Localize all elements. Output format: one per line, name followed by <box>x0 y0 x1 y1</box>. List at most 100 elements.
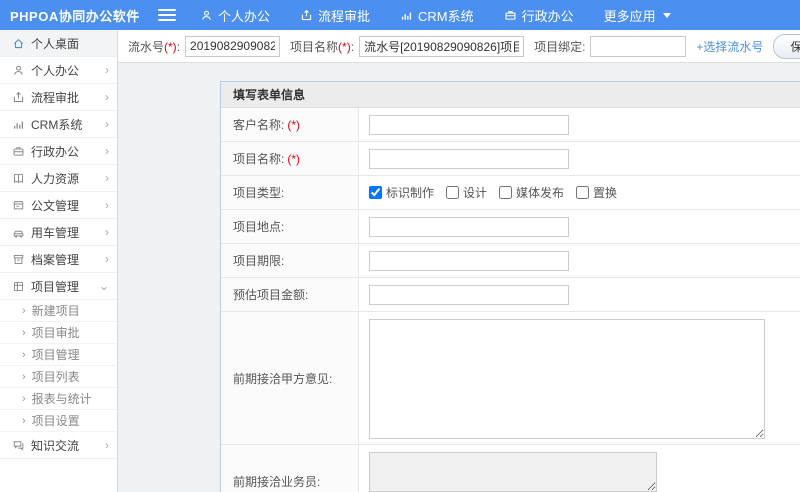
nav-crm[interactable]: CRM系统 <box>400 6 474 25</box>
nav-admin-office[interactable]: 行政办公 <box>504 6 574 25</box>
field-label: 项目名称: <box>233 152 285 166</box>
field-label: 前期接洽业务员: <box>233 474 321 489</box>
form-row-salesperson: 前期接洽业务员: +选择人员 <box>221 445 800 492</box>
sidebar-subitem-project-settings[interactable]: › 项目设置 <box>0 410 117 432</box>
sidebar-subitem-project-list[interactable]: › 项目列表 <box>0 366 117 388</box>
project-name-input[interactable] <box>359 35 525 57</box>
checkbox-design[interactable] <box>446 186 460 199</box>
project-bind-input[interactable] <box>590 35 687 57</box>
project-icon <box>13 281 24 291</box>
form-row-project-name: 项目名称: (*) <box>221 142 800 176</box>
record-toolbar: 流水号(*): 项目名称(*): 项目绑定: +选择流水号 保 存 <box>118 30 800 63</box>
workflow-icon <box>300 9 313 22</box>
client-opinion-textarea[interactable] <box>369 319 765 439</box>
chevron-right-icon: › <box>22 348 26 361</box>
select-serial-link[interactable]: +选择流水号 <box>696 38 763 55</box>
chevron-right-icon: › <box>105 171 109 185</box>
nav-personal-office[interactable]: 个人办公 <box>200 6 270 25</box>
sidebar-subitem-project-approval[interactable]: › 项目审批 <box>0 322 117 344</box>
sidebar-item-archives[interactable]: 档案管理 › <box>0 246 117 273</box>
menu-icon[interactable] <box>158 9 176 21</box>
sidebar-item-vehicles[interactable]: 用车管理 › <box>0 219 117 246</box>
home-icon <box>13 38 24 48</box>
chevron-right-icon: › <box>22 370 26 383</box>
car-icon <box>13 230 24 238</box>
workflow-icon <box>13 91 24 102</box>
project-duration-input[interactable] <box>369 250 569 271</box>
checkbox-sign-making[interactable] <box>369 186 382 199</box>
briefcase-icon <box>13 146 24 156</box>
caret-down-icon <box>662 12 671 18</box>
project-form: 填写表单信息 客户名称:(*) 项目名称:(*) 项目类型: 标识制作 设计 <box>220 81 800 492</box>
serial-label: 流水号(*): <box>128 39 181 54</box>
save-button[interactable]: 保 存 <box>773 33 800 59</box>
chevron-right-icon: › <box>105 198 109 212</box>
sidebar-item-projects[interactable]: 项目管理 ⌄ <box>0 273 117 300</box>
nav-label: 更多应用 <box>603 8 656 24</box>
field-label: 前期接洽甲方意见: <box>233 371 333 386</box>
form-row-location: 项目地点: <box>221 210 800 244</box>
chevron-right-icon: › <box>22 326 26 339</box>
nav-label: 行政办公 <box>521 8 574 24</box>
sidebar-item-desktop[interactable]: 个人桌面 <box>0 30 117 57</box>
nav-label: CRM系统 <box>418 8 474 24</box>
project-location-input[interactable] <box>369 216 569 237</box>
form-row-customer-name: 客户名称: (*) <box>221 108 800 142</box>
sidebar-item-workflow-approval[interactable]: 流程审批 › <box>0 84 117 111</box>
form-row-budget: 预估项目金额: <box>221 278 800 312</box>
sidebar-item-personal-office[interactable]: 个人办公 › <box>0 57 117 84</box>
chevron-right-icon: › <box>105 144 109 158</box>
app-logo: PHPOA协同办公软件 <box>10 8 140 24</box>
estimated-amount-input[interactable] <box>369 284 569 305</box>
chat-icon <box>13 440 24 451</box>
form-section-title: 填写表单信息 <box>221 82 800 108</box>
user-icon <box>14 65 23 75</box>
field-label: 客户名称: <box>233 118 285 132</box>
archive-icon <box>13 254 24 264</box>
chevron-right-icon: › <box>22 304 26 317</box>
chart-icon <box>400 9 413 22</box>
sidebar-item-documents[interactable]: 公文管理 › <box>0 192 117 219</box>
document-icon <box>13 200 24 209</box>
checkbox-media-release[interactable] <box>499 186 513 199</box>
sidebar-subitem-project-management[interactable]: › 项目管理 <box>0 344 117 366</box>
form-row-client-opinion: 前期接洽甲方意见: <box>221 312 800 445</box>
chevron-right-icon: › <box>105 225 109 239</box>
chevron-right-icon: › <box>105 117 109 131</box>
sidebar-item-crm[interactable]: CRM系统 › <box>0 111 117 138</box>
serial-input[interactable] <box>185 35 281 57</box>
checkbox-exchange[interactable] <box>576 186 590 199</box>
project-bind-label: 项目绑定: <box>534 39 586 54</box>
chevron-right-icon: › <box>22 414 26 427</box>
nav-workflow-approval[interactable]: 流程审批 <box>300 6 370 25</box>
field-label: 项目期限: <box>233 254 285 268</box>
field-label: 项目类型: <box>233 186 285 200</box>
sidebar-item-knowledge[interactable]: 知识交流 › <box>0 432 117 459</box>
content-area: 流水号(*): 项目名称(*): 项目绑定: +选择流水号 保 存 填写表单信息… <box>118 30 800 492</box>
sidebar-subitem-new-project[interactable]: › 新建项目 <box>0 300 117 322</box>
nav-more-apps[interactable]: 更多应用 <box>604 6 671 25</box>
sidebar-item-hr[interactable]: 人力资源 › <box>0 165 117 192</box>
chevron-right-icon: › <box>105 438 109 452</box>
sidebar: 个人桌面 个人办公 › 流程审批 › CRM系统 › 行政办公 › 人力资源 › <box>0 30 118 492</box>
nav-label: 流程审批 <box>318 8 371 24</box>
customer-name-input[interactable] <box>369 114 569 135</box>
topbar: PHPOA协同办公软件 个人办公 流程审批 CRM系统 行政办公 更多应用 <box>0 0 800 30</box>
chevron-down-icon: ⌄ <box>98 279 109 293</box>
chevron-right-icon: › <box>105 63 109 77</box>
project-name-field[interactable] <box>369 148 569 169</box>
sidebar-item-admin-office[interactable]: 行政办公 › <box>0 138 117 165</box>
required-mark: (*) <box>287 151 301 166</box>
chevron-right-icon: › <box>105 90 109 104</box>
project-name-label: 项目名称(*): <box>290 39 355 54</box>
chevron-right-icon: › <box>105 252 109 266</box>
book-icon <box>13 173 24 183</box>
project-type-options: 标识制作 设计 媒体发布 置换 <box>369 184 625 201</box>
briefcase-icon <box>504 9 517 22</box>
sidebar-subitem-reports-statistics[interactable]: › 报表与统计 <box>0 388 117 410</box>
chevron-right-icon: › <box>22 392 26 405</box>
salesperson-textarea[interactable] <box>369 452 657 492</box>
field-label: 项目地点: <box>233 220 285 234</box>
form-row-duration: 项目期限: <box>221 244 800 278</box>
required-mark: (*) <box>287 117 301 132</box>
